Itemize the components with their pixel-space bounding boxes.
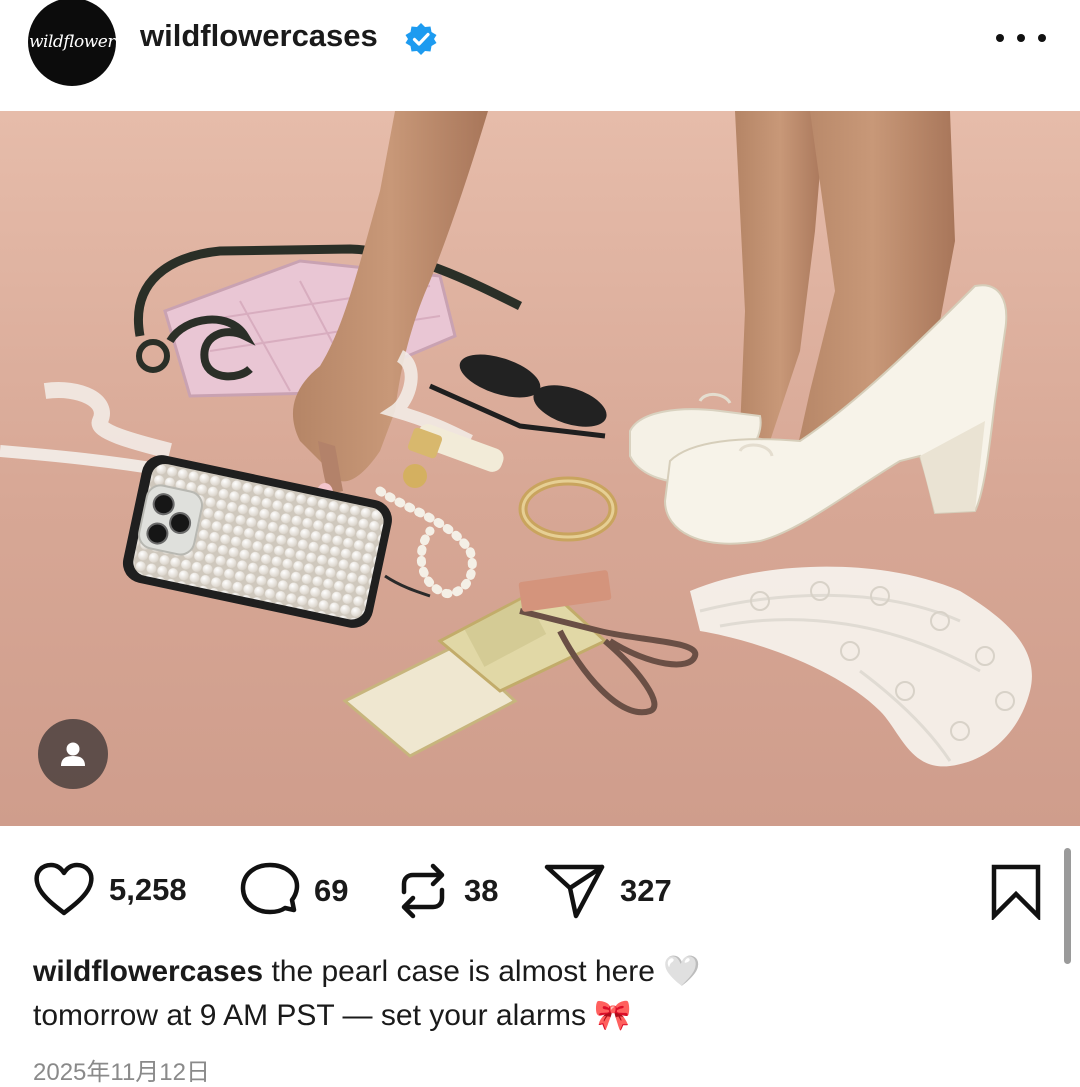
- post-header: wildflower wildflowercases: [0, 0, 1080, 110]
- caption-line-2: tomorrow at 9 AM PST — set your alarms 🎀: [33, 999, 632, 1032]
- post-caption: wildflowercases the pearl case is almost…: [33, 950, 1043, 1038]
- repost-icon[interactable]: [396, 862, 450, 920]
- post-date: 2025年11月12日: [33, 1059, 210, 1086]
- comment-action[interactable]: 69: [240, 862, 348, 920]
- more-dot: [1017, 34, 1025, 42]
- avatar-logo-text: wildflower: [28, 32, 116, 52]
- person-icon: [61, 742, 85, 766]
- repost-action[interactable]: 38: [396, 862, 498, 920]
- profile-avatar[interactable]: wildflower: [28, 0, 116, 86]
- likes-count[interactable]: 5,258: [109, 872, 187, 908]
- share-icon[interactable]: [544, 862, 606, 920]
- caption-text-1: the pearl case is almost here 🤍: [271, 955, 701, 988]
- comments-count[interactable]: 69: [314, 873, 348, 909]
- post-username[interactable]: wildflowercases: [140, 18, 378, 54]
- comment-icon[interactable]: [240, 862, 300, 920]
- action-bar: 5,258 69 38 327: [0, 826, 1080, 956]
- verified-badge-icon: [405, 23, 437, 55]
- bookmark-icon[interactable]: [990, 864, 1042, 920]
- reposts-count[interactable]: 38: [464, 873, 498, 909]
- share-action[interactable]: 327: [544, 862, 672, 920]
- post-photo-illustration: [0, 111, 1080, 826]
- shares-count[interactable]: 327: [620, 873, 672, 909]
- like-action[interactable]: 5,258: [33, 862, 187, 918]
- more-dot: [1038, 34, 1046, 42]
- post-image[interactable]: [0, 111, 1080, 826]
- more-dot: [996, 34, 1004, 42]
- caption-username[interactable]: wildflowercases: [33, 955, 263, 988]
- heart-icon[interactable]: [33, 862, 95, 918]
- tagged-users-button[interactable]: [38, 719, 108, 789]
- caption-line-1: wildflowercases the pearl case is almost…: [33, 950, 1043, 994]
- scrollbar[interactable]: [1064, 848, 1071, 964]
- more-options-icon[interactable]: [996, 22, 1046, 54]
